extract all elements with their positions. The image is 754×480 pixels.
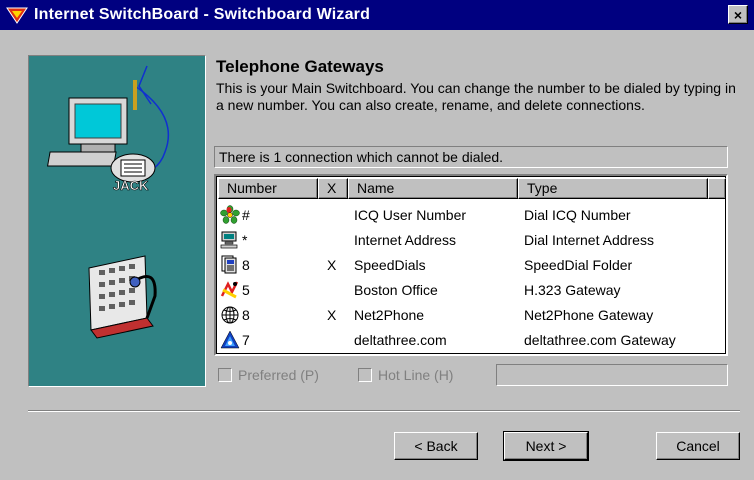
speeddial-folder-icon [221,255,237,274]
row-number: 8 [242,307,250,323]
page-description: This is your Main Switchboard. You can c… [216,80,736,113]
hotline-checkbox[interactable]: Hot Line (H) [358,367,453,383]
row-mark: X [327,257,337,273]
close-icon: × [733,6,743,23]
connections-list[interactable]: Number X Name Type # ICQ User Number Dia… [214,174,728,356]
column-header-type[interactable]: Type [518,178,708,199]
row-name: SpeedDials [354,257,426,273]
list-item[interactable]: 8 X SpeedDials SpeedDial Folder [218,253,726,278]
list-header: Number X Name Type [218,178,726,199]
wizard-window: Internet SwitchBoard - Switchboard Wizar… [0,0,754,480]
deltathree-icon [220,330,240,349]
preferred-checkbox-label: Preferred (P) [238,367,319,383]
row-type: SpeedDial Folder [524,257,633,273]
switchboard-app-icon [6,7,28,24]
status-message: There is 1 connection which cannot be di… [214,146,728,168]
list-item[interactable]: 8 X Net2Phone Net2Phone Gateway [218,303,726,328]
page-title: Telephone Gateways [216,57,384,76]
computer-phone-jack-icon: JACK [47,65,170,193]
row-name: Internet Address [354,232,456,248]
row-name: deltathree.com [354,332,447,348]
row-mark: X [327,307,337,323]
h323-gateway-icon [220,281,239,299]
row-name: Net2Phone [354,307,425,323]
row-name: Boston Office [354,282,438,298]
row-name: ICQ User Number [354,207,467,223]
list-item[interactable]: * Internet Address Dial Internet Address [218,228,726,253]
row-type: Dial Internet Address [524,232,654,248]
keypad-phone-icon [88,255,157,339]
window-title: Internet SwitchBoard - Switchboard Wizar… [34,6,371,23]
column-header-name[interactable]: Name [348,178,518,199]
row-number: 8 [242,257,250,273]
hotline-number-field[interactable] [496,364,728,386]
list-item[interactable]: 7 deltathree.com deltathree.com Gateway [218,328,726,353]
list-item[interactable]: # ICQ User Number Dial ICQ Number [218,203,726,228]
net2phone-globe-icon [221,306,239,324]
button-separator [28,410,740,412]
preferred-checkbox[interactable]: Preferred (P) [218,367,319,383]
row-type: Dial ICQ Number [524,207,631,223]
list-rows: # ICQ User Number Dial ICQ Number * Inte… [218,203,726,353]
list-item[interactable]: 5 Boston Office H.323 Gateway [218,278,726,303]
row-type: H.323 Gateway [524,282,621,298]
row-number: 5 [242,282,250,298]
wizard-illustration: JACK [28,55,206,387]
back-button[interactable]: < Back [394,432,478,460]
close-button[interactable]: × [728,5,748,24]
column-header-number[interactable]: Number [218,178,318,199]
row-number: # [242,207,250,223]
row-number: * [242,232,248,248]
title-bar[interactable]: Internet SwitchBoard - Switchboard Wizar… [0,0,754,30]
icq-flower-icon [220,205,240,224]
cancel-button[interactable]: Cancel [656,432,740,460]
row-type: Net2Phone Gateway [524,307,654,323]
preferred-checkbox-box[interactable] [218,368,232,382]
row-type: deltathree.com Gateway [524,332,676,348]
hotline-checkbox-label: Hot Line (H) [378,367,454,383]
row-number: 7 [242,332,250,348]
internet-computer-icon [220,231,238,249]
hotline-checkbox-box[interactable] [358,368,372,382]
status-text: There is 1 connection which cannot be di… [219,149,504,165]
jack-label: JACK [113,178,149,193]
column-header-filler [708,178,726,199]
next-button[interactable]: Next > [503,431,589,461]
column-header-x[interactable]: X [318,178,348,199]
